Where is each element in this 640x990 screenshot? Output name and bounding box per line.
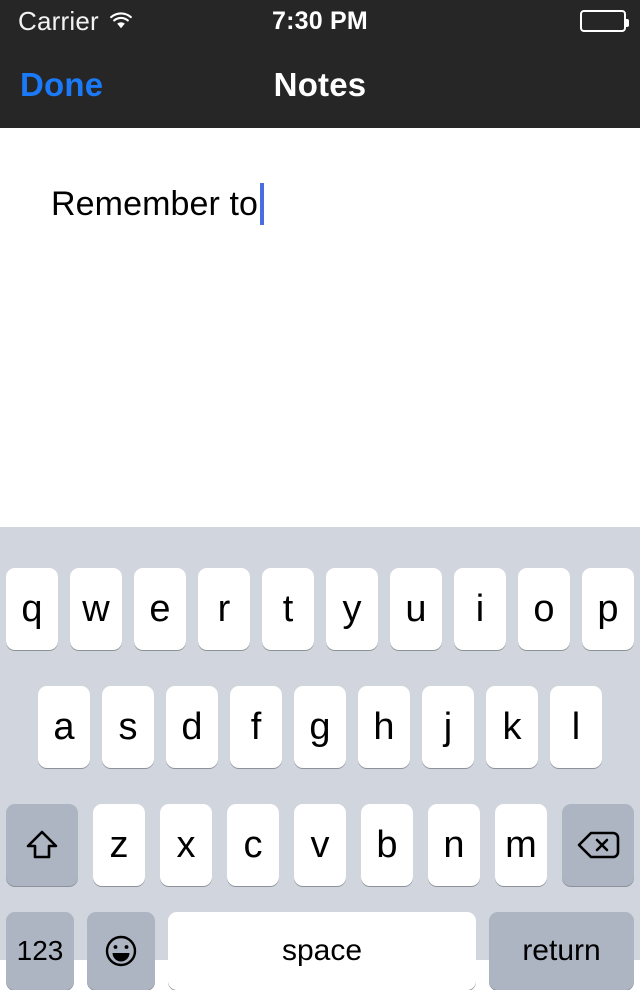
- key-e[interactable]: e: [134, 568, 186, 650]
- key-l[interactable]: l: [550, 686, 602, 768]
- key-x[interactable]: x: [160, 804, 212, 886]
- note-text: Remember to: [51, 184, 259, 223]
- onscreen-keyboard: q w e r t y u i o p a s d f g h j k l z …: [0, 527, 640, 990]
- key-b[interactable]: b: [361, 804, 413, 886]
- key-m[interactable]: m: [495, 804, 547, 886]
- backspace-key[interactable]: [562, 804, 634, 886]
- space-key[interactable]: space: [168, 912, 476, 990]
- backspace-icon: [576, 829, 620, 861]
- key-j[interactable]: j: [422, 686, 474, 768]
- note-text-area[interactable]: Remember to: [0, 128, 640, 527]
- page-title: Notes: [273, 66, 367, 103]
- key-r[interactable]: r: [198, 568, 250, 650]
- key-g[interactable]: g: [294, 686, 346, 768]
- key-q[interactable]: q: [6, 568, 58, 650]
- key-w[interactable]: w: [70, 568, 122, 650]
- key-f[interactable]: f: [230, 686, 282, 768]
- numbers-key[interactable]: 123: [6, 912, 74, 990]
- key-k[interactable]: k: [486, 686, 538, 768]
- key-d[interactable]: d: [166, 686, 218, 768]
- note-text-line: Remember to: [51, 183, 265, 225]
- key-i[interactable]: i: [454, 568, 506, 650]
- key-y[interactable]: y: [326, 568, 378, 650]
- key-u[interactable]: u: [390, 568, 442, 650]
- battery-full-icon: [580, 10, 629, 32]
- key-s[interactable]: s: [102, 686, 154, 768]
- keyboard-row-2: a s d f g h j k l: [0, 686, 640, 768]
- navigation-bar: Done Notes: [0, 42, 640, 128]
- status-bar: Carrier 7:30 PM: [0, 0, 640, 42]
- key-n[interactable]: n: [428, 804, 480, 886]
- key-c[interactable]: c: [227, 804, 279, 886]
- key-p[interactable]: p: [582, 568, 634, 650]
- key-o[interactable]: o: [518, 568, 570, 650]
- key-v[interactable]: v: [294, 804, 346, 886]
- return-key[interactable]: return: [489, 912, 634, 990]
- key-a[interactable]: a: [38, 686, 90, 768]
- shift-icon: [25, 828, 59, 862]
- keyboard-row-4: 123 space return: [0, 912, 640, 990]
- key-h[interactable]: h: [358, 686, 410, 768]
- shift-key[interactable]: [6, 804, 78, 886]
- keyboard-row-1: q w e r t y u i o p: [0, 568, 640, 650]
- emoji-key[interactable]: [87, 912, 155, 990]
- key-t[interactable]: t: [262, 568, 314, 650]
- emoji-smiley-icon: [104, 934, 138, 968]
- status-bar-right: [580, 10, 629, 32]
- clock-label: 7:30 PM: [272, 6, 368, 35]
- key-z[interactable]: z: [93, 804, 145, 886]
- keyboard-row-3: z x c v b n m: [0, 804, 640, 886]
- text-caret: [260, 183, 265, 225]
